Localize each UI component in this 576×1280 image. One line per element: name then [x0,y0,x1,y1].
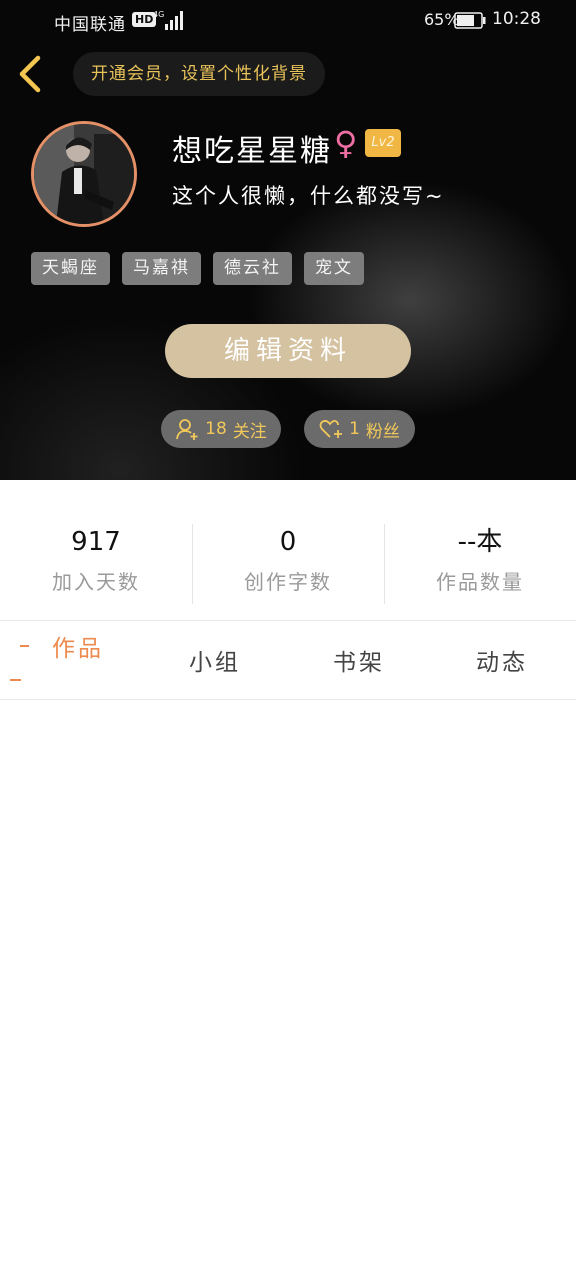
signal-icon: 4G [153,10,183,30]
avatar-image [34,124,134,224]
stats-row: 917 加入天数 0 创作字数 --本 作品数量 [0,522,576,606]
stat-word-count: 0 创作字数 [192,522,384,606]
stat-label: 创作字数 [244,570,332,594]
fans-button[interactable]: 1 粉丝 [304,410,415,448]
bio: 这个人很懒，什么都没写~ [172,184,445,208]
stat-label: 作品数量 [436,570,524,594]
status-bar: 中国联通 HD 4G 65% 10:28 [0,0,576,42]
profile-header: 中国联通 HD 4G 65% 10:28 开通会员，设置个性化背景 想吃星星糖 … [0,0,576,480]
fans-count: 1 [349,419,360,439]
tab-active-indicator [20,645,29,647]
tab-group[interactable]: 小组 [189,643,241,677]
chevron-left-icon [19,55,41,93]
fans-label: 粉丝 [365,421,400,442]
tab-activity[interactable]: 动态 [476,643,528,677]
tag-item[interactable]: 天蝎座 [31,252,110,285]
tab-bar: 作品 小组 书架 动态 [0,620,576,700]
level-badge: Lv2 [365,129,401,157]
stat-value: --本 [457,527,503,557]
following-count: 18 [205,419,227,439]
heart-plus-icon [319,419,343,438]
stat-join-days: 917 加入天数 [0,522,192,606]
tag-item[interactable]: 宠文 [304,252,364,285]
tag-item[interactable]: 德云社 [213,252,292,285]
carrier-name: 中国联通 [54,15,126,35]
following-label: 关注 [232,421,267,442]
tab-active-indicator [10,679,21,681]
nickname: 想吃星星糖 [172,134,332,169]
gender-female-icon: ♀ [334,124,358,162]
tag-item[interactable]: 马嘉祺 [122,252,201,285]
tag-list: 天蝎座 马嘉祺 德云社 宠文 [31,252,364,285]
stat-value: 917 [71,527,121,557]
stat-works-count: --本 作品数量 [384,522,576,606]
following-button[interactable]: 18 关注 [161,410,281,448]
stat-label: 加入天数 [52,570,140,594]
vip-banner-button[interactable]: 开通会员，设置个性化背景 [73,52,325,96]
clock: 10:28 [492,9,541,29]
svg-text:4G: 4G [153,10,164,19]
back-button[interactable] [14,54,48,94]
tab-bookshelf[interactable]: 书架 [333,643,385,677]
battery-icon [454,12,486,29]
edit-profile-button[interactable]: 编辑资料 [165,324,411,378]
stat-value: 0 [279,527,297,557]
tab-works[interactable]: 作品 [52,629,104,663]
content-area [0,700,576,1280]
avatar[interactable] [31,121,137,227]
add-user-icon [176,419,198,440]
